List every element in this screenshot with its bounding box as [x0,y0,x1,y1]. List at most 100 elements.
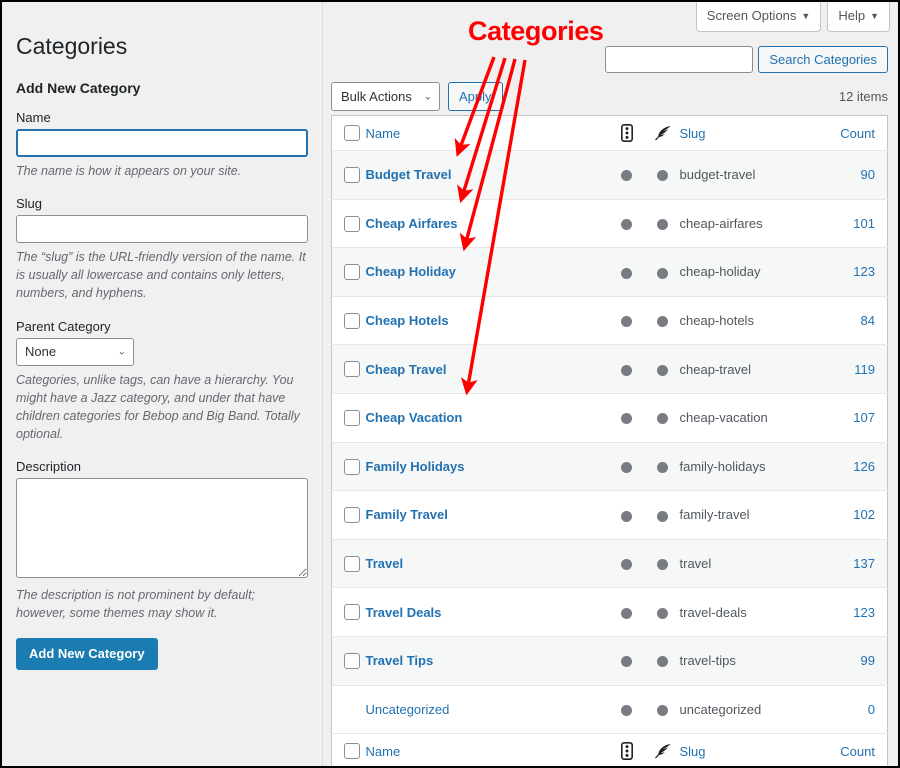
help-button[interactable]: Help ▼ [827,2,890,33]
amp-status-dot [621,510,632,522]
category-slug: budget-travel [679,167,756,183]
slug-label: Slug [16,196,43,212]
name-label: Name [16,110,51,125]
category-name-link[interactable]: Budget Travel [366,167,452,182]
category-count-link[interactable]: 123 [853,605,875,620]
category-count-link[interactable]: 137 [853,556,875,571]
count-column-header[interactable]: Count [826,116,888,151]
category-name-link[interactable]: Cheap Hotels [366,313,449,328]
slug-column-footer-link[interactable]: Slug [680,744,706,759]
row-amp-cell [608,393,646,442]
row-slug-cell: family-travel [680,491,826,540]
category-name-link[interactable]: Travel Tips [366,653,434,668]
category-name-link[interactable]: Cheap Airfares [366,216,458,231]
category-slug: cheap-travel [679,361,752,377]
select-all-checkbox-footer[interactable] [344,743,360,760]
description-textarea[interactable] [16,478,308,578]
row-amp-cell [608,588,646,637]
amp-status-dot [621,559,632,571]
row-feather-cell [646,199,680,248]
category-count-link[interactable]: 84 [861,313,875,328]
row-checkbox[interactable] [344,264,360,281]
name-column-header[interactable]: Name [366,116,608,151]
row-feather-cell [646,491,680,540]
parent-category-select[interactable]: None [16,337,134,366]
slug-input[interactable] [16,215,308,244]
feather-status-dot [657,364,668,376]
category-name-link[interactable]: Travel Deals [366,605,442,620]
category-count-link[interactable]: 107 [853,410,875,425]
category-name-link[interactable]: Cheap Travel [366,362,447,377]
search-categories-button[interactable]: Search Categories [758,46,888,73]
category-count-link[interactable]: 90 [861,167,875,182]
category-count-link[interactable]: 126 [853,459,875,474]
row-checkbox[interactable] [344,410,360,427]
row-checkbox[interactable] [344,312,360,329]
row-feather-cell [646,393,680,442]
table-row: Travel travel 137 [331,539,888,588]
feather-status-dot [657,461,668,473]
row-amp-cell [608,442,646,491]
row-checkbox[interactable] [344,653,360,670]
row-checkbox[interactable] [344,361,360,378]
amp-status-dot [621,267,632,279]
name-input[interactable] [16,129,308,157]
row-select-cell [332,588,366,637]
row-name-cell: Cheap Vacation [366,393,608,442]
category-slug: family-holidays [679,458,766,474]
feather-status-dot [657,656,668,668]
category-count-link[interactable]: 99 [861,653,875,668]
count-column-footer-link[interactable]: Count [840,744,875,759]
category-name-link[interactable]: Uncategorized [366,702,450,717]
parent-category-help-text: Categories, unlike tags, can have a hier… [16,372,300,441]
row-slug-cell: budget-travel [680,151,826,200]
amp-status-dot [621,461,632,473]
row-select-cell [332,539,366,588]
count-column-link[interactable]: Count [840,126,875,141]
row-select-cell [332,442,366,491]
screen-options-button[interactable]: Screen Options ▼ [695,2,822,33]
bulk-actions-select[interactable]: Bulk Actions [331,82,440,111]
row-checkbox[interactable] [344,507,360,524]
slug-column-footer[interactable]: Slug [680,734,826,766]
category-name-link[interactable]: Family Travel [366,507,448,522]
feather-icon [654,125,672,141]
add-new-category-form: Add New Category Name The name is how it… [16,80,308,670]
row-feather-cell [646,442,680,491]
name-column-footer-link[interactable]: Name [366,744,401,759]
category-count-link[interactable]: 123 [853,264,875,279]
row-checkbox[interactable] [344,555,360,572]
search-input[interactable] [605,46,754,73]
name-column-footer[interactable]: Name [366,734,608,766]
category-slug: cheap-holiday [679,264,761,280]
category-slug: travel-deals [679,604,747,620]
row-amp-cell [608,636,646,685]
select-all-checkbox[interactable] [344,125,360,142]
category-name-link[interactable]: Travel [366,556,404,571]
category-name-link[interactable]: Cheap Holiday [366,264,456,279]
category-count-link[interactable]: 0 [868,702,875,717]
row-amp-cell [608,685,646,734]
row-name-cell: Travel Tips [366,636,608,685]
category-count-link[interactable]: 101 [853,216,875,231]
category-count-link[interactable]: 119 [854,362,875,377]
apply-button[interactable]: Apply [448,82,503,111]
amp-status-dot [621,316,632,328]
slug-column-link[interactable]: Slug [680,126,706,141]
row-select-cell [332,151,366,200]
add-new-category-button[interactable]: Add New Category [16,638,158,670]
category-count-link[interactable]: 102 [853,507,875,522]
row-checkbox[interactable] [344,604,360,621]
category-name-link[interactable]: Family Holidays [366,459,465,474]
category-name-link[interactable]: Cheap Vacation [366,410,463,425]
row-feather-cell [646,685,680,734]
feather-status-dot [657,218,668,230]
row-select-cell [332,345,366,394]
row-checkbox[interactable] [344,458,360,475]
amp-icon [620,124,633,142]
name-column-link[interactable]: Name [366,126,401,141]
count-column-footer[interactable]: Count [826,734,888,766]
slug-column-header[interactable]: Slug [680,116,826,151]
row-checkbox[interactable] [344,215,360,232]
row-checkbox[interactable] [344,167,360,184]
